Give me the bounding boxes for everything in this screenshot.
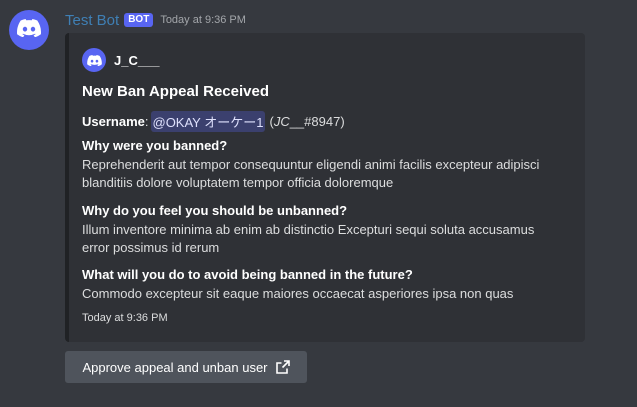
bot-avatar[interactable] bbox=[9, 10, 49, 50]
embed-field: Why were you banned? Reprehenderit aut t… bbox=[82, 137, 552, 192]
message-header: Test Bot BOT Today at 9:36 PM bbox=[65, 10, 246, 30]
field-name: What will you do to avoid being banned i… bbox=[82, 267, 413, 282]
ban-appeal-embed: J_C___ New Ban Appeal Received Username:… bbox=[65, 33, 585, 342]
embed-footer-timestamp: Today at 9:36 PM bbox=[82, 312, 168, 324]
discord-logo-icon bbox=[17, 18, 42, 42]
embed-author: J_C___ bbox=[82, 48, 160, 72]
user-mention[interactable]: @OKAY オーケー1 bbox=[150, 111, 266, 132]
embed-author-name: J_C___ bbox=[114, 52, 160, 68]
external-link-icon bbox=[275, 360, 290, 374]
discord-logo-icon bbox=[82, 48, 106, 72]
embed-field: What will you do to avoid being banned i… bbox=[82, 266, 552, 303]
username-separator: : bbox=[144, 114, 149, 129]
field-value: Reprehenderit aut tempor consequuntur el… bbox=[82, 157, 540, 190]
field-name: Why do you feel you should be unbanned? bbox=[82, 203, 348, 218]
approve-appeal-button[interactable]: Approve appeal and unban user bbox=[65, 351, 307, 383]
embed-title: New Ban Appeal Received bbox=[82, 83, 270, 100]
user-tag: (JC__#8947) bbox=[269, 114, 344, 129]
field-value: Illum inventore minima ab enim ab distin… bbox=[82, 222, 535, 255]
embed-field: Why do you feel you should be unbanned? … bbox=[82, 202, 552, 257]
user-tag-italic: JC bbox=[273, 114, 290, 129]
chat-message: Test Bot BOT Today at 9:36 PM J_C___ New… bbox=[0, 0, 637, 407]
field-name: Why were you banned? bbox=[82, 138, 228, 153]
author-name[interactable]: Test Bot bbox=[65, 12, 119, 29]
message-timestamp: Today at 9:36 PM bbox=[160, 14, 246, 26]
user-tag-rest: __#8947) bbox=[289, 114, 345, 129]
field-value: Commodo excepteur sit eaque maiores occa… bbox=[82, 286, 514, 301]
username-line: Username: @OKAY オーケー1 (JC__#8947) bbox=[82, 111, 345, 132]
approve-appeal-label: Approve appeal and unban user bbox=[82, 359, 268, 375]
bot-tag-badge: BOT bbox=[124, 13, 154, 27]
username-label: Username bbox=[82, 114, 145, 129]
